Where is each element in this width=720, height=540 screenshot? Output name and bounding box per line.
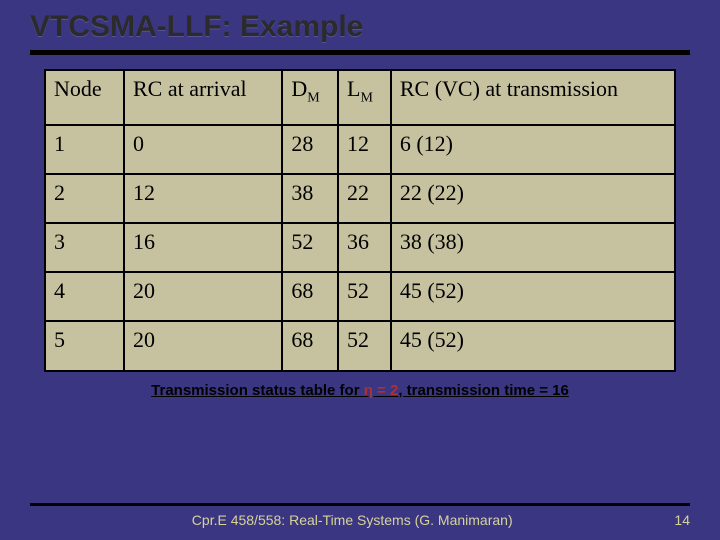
cell-rcvc: 6 (12): [391, 125, 675, 174]
cell-rc: 0: [124, 125, 282, 174]
table-row: 4 20 68 52 45 (52): [45, 272, 675, 321]
cell-lm: 52: [338, 272, 391, 321]
dm-sub: M: [307, 90, 319, 105]
footer: Cpr.E 458/558: Real-Time Systems (G. Man…: [0, 503, 720, 528]
col-dm: DM: [282, 70, 338, 125]
title-wrap: VTCSMA-LLF: Example: [0, 0, 720, 44]
cell-lm: 52: [338, 321, 391, 370]
table-header-row: Node RC at arrival DM LM RC (VC) at tran…: [45, 70, 675, 125]
cell-rcvc: 22 (22): [391, 174, 675, 223]
cell-dm: 68: [282, 272, 338, 321]
lm-sub: M: [361, 90, 373, 105]
cell-node: 5: [45, 321, 124, 370]
cell-node: 2: [45, 174, 124, 223]
col-rcvc: RC (VC) at transmission: [391, 70, 675, 125]
col-rc-arrival: RC at arrival: [124, 70, 282, 125]
caption-pre: Transmission status table for: [151, 382, 364, 399]
cell-rcvc: 45 (52): [391, 321, 675, 370]
dm-base: D: [291, 76, 307, 101]
page-number: 14: [674, 512, 690, 528]
cell-rc: 20: [124, 321, 282, 370]
cell-rc: 12: [124, 174, 282, 223]
cell-node: 3: [45, 223, 124, 272]
cell-dm: 68: [282, 321, 338, 370]
cell-dm: 52: [282, 223, 338, 272]
cell-rc: 16: [124, 223, 282, 272]
cell-lm: 22: [338, 174, 391, 223]
page-title: VTCSMA-LLF: Example: [30, 10, 690, 44]
cell-rc: 20: [124, 272, 282, 321]
table-row: 1 0 28 12 6 (12): [45, 125, 675, 174]
cell-rcvc: 45 (52): [391, 272, 675, 321]
cell-node: 4: [45, 272, 124, 321]
caption: Transmission status table for η = 2, tra…: [44, 382, 676, 399]
divider-bottom: [30, 503, 690, 506]
data-table: Node RC at arrival DM LM RC (VC) at tran…: [44, 69, 676, 372]
footer-row: Cpr.E 458/558: Real-Time Systems (G. Man…: [30, 512, 690, 528]
footer-course: Cpr.E 458/558: Real-Time Systems (G. Man…: [30, 512, 674, 528]
caption-eta: η = 2: [364, 382, 399, 399]
cell-lm: 36: [338, 223, 391, 272]
cell-rcvc: 38 (38): [391, 223, 675, 272]
cell-lm: 12: [338, 125, 391, 174]
table-row: 3 16 52 36 38 (38): [45, 223, 675, 272]
content: Node RC at arrival DM LM RC (VC) at tran…: [0, 55, 720, 399]
cell-dm: 28: [282, 125, 338, 174]
caption-post: , transmission time = 16: [398, 382, 569, 399]
slide: VTCSMA-LLF: Example Node RC at arrival D…: [0, 0, 720, 540]
cell-dm: 38: [282, 174, 338, 223]
cell-node: 1: [45, 125, 124, 174]
table-row: 5 20 68 52 45 (52): [45, 321, 675, 370]
lm-base: L: [347, 76, 360, 101]
col-lm: LM: [338, 70, 391, 125]
col-node: Node: [45, 70, 124, 125]
table-row: 2 12 38 22 22 (22): [45, 174, 675, 223]
